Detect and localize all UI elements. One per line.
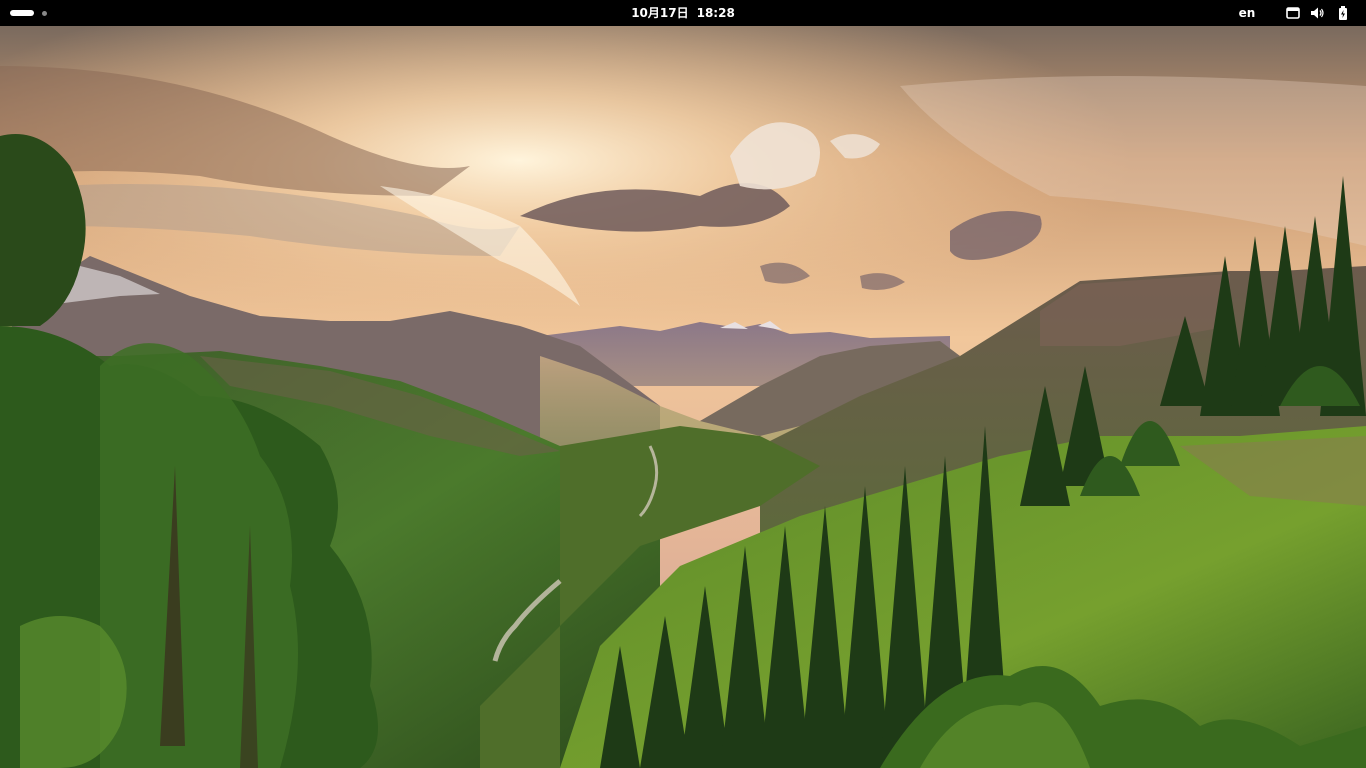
top-bar: 10月17日 18:28 en — [0, 0, 1366, 26]
wallpaper-image — [0, 26, 1366, 768]
active-workspace-indicator — [10, 10, 34, 16]
network-icon — [1286, 7, 1300, 19]
clock-time: 18:28 — [696, 6, 735, 20]
clock-date: 10月17日 — [631, 6, 689, 20]
system-menu-button[interactable] — [1280, 0, 1360, 26]
battery-icon — [1339, 6, 1347, 20]
keyboard-layout-indicator[interactable]: en — [1232, 0, 1262, 26]
volume-icon — [1311, 7, 1324, 19]
desktop[interactable] — [0, 26, 1366, 768]
workspace-indicator — [42, 10, 47, 16]
activities-button[interactable] — [10, 0, 60, 26]
clock-button[interactable]: 10月17日 18:28 — [583, 0, 783, 26]
